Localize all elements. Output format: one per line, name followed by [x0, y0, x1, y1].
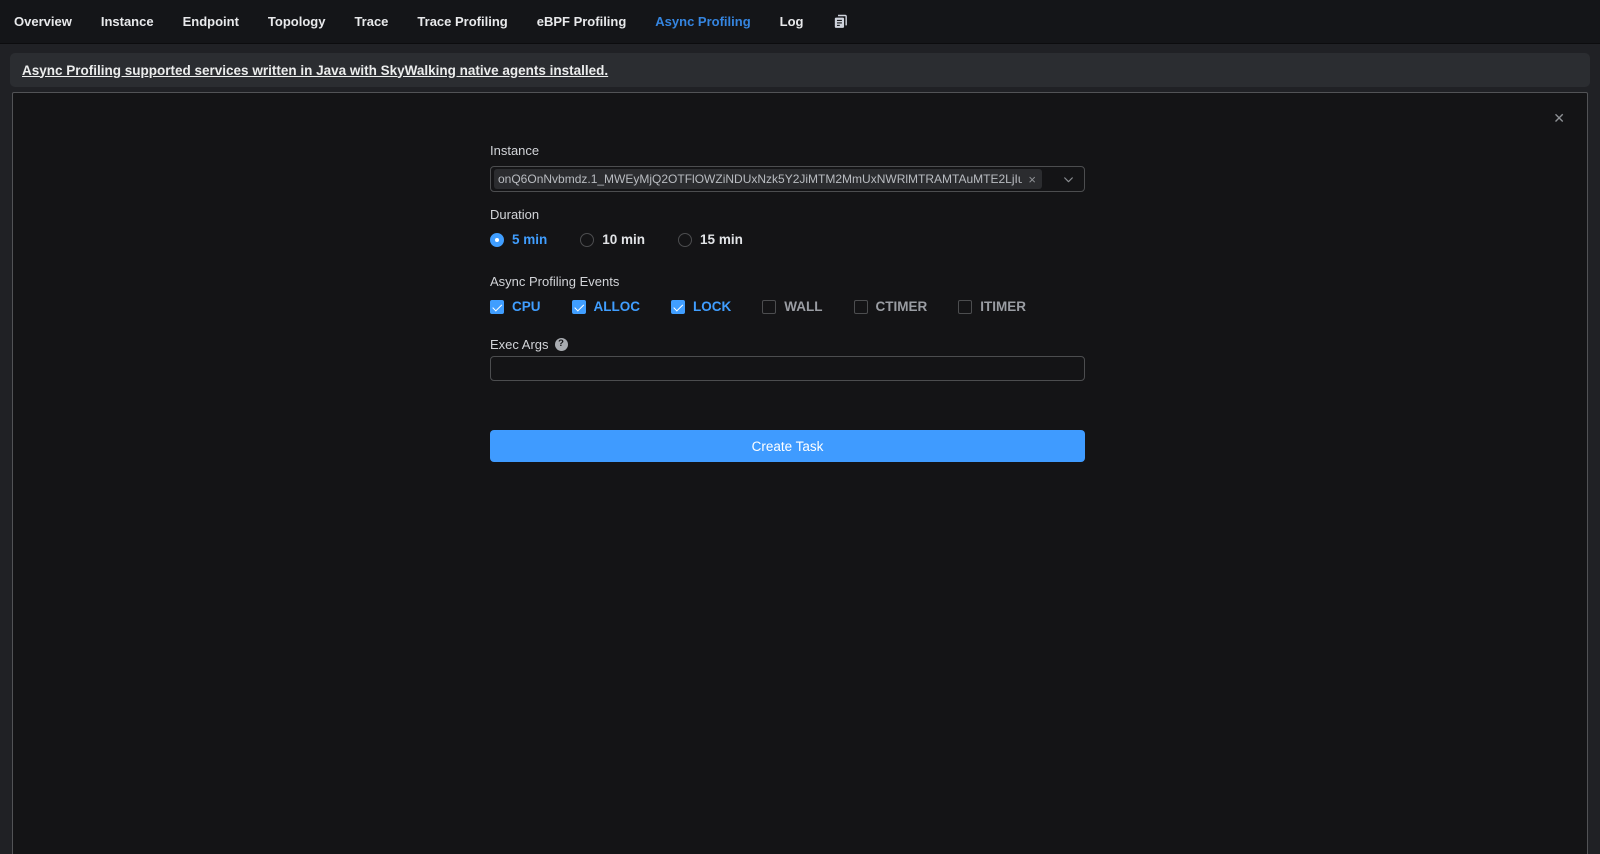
- instance-label: Instance: [490, 141, 1085, 159]
- checkbox-itimer-label: ITIMER: [980, 299, 1026, 314]
- checkbox-icon: [762, 300, 776, 314]
- chevron-down-icon: [1062, 173, 1075, 186]
- instance-tag-text: onQ6OnNvbmdz.1_MWEyMjQ2OTFlOWZiNDUxNzk5Y…: [498, 172, 1022, 186]
- tab-endpoint[interactable]: Endpoint: [183, 14, 239, 29]
- exec-args-label: Exec Args: [490, 337, 549, 352]
- checkbox-itimer[interactable]: ITIMER: [958, 299, 1026, 314]
- exec-args-input[interactable]: [490, 356, 1085, 381]
- checkbox-lock-label: LOCK: [693, 299, 731, 314]
- radio-5-min[interactable]: 5 min: [490, 232, 547, 247]
- exec-args-label-row: Exec Args ?: [490, 335, 1085, 353]
- checkbox-icon: [958, 300, 972, 314]
- radio-10-min-label: 10 min: [602, 232, 645, 247]
- close-icon[interactable]: ✕: [1553, 111, 1565, 125]
- tab-trace[interactable]: Trace: [354, 14, 388, 29]
- banner-link[interactable]: Async Profiling supported services writt…: [22, 63, 608, 78]
- help-icon[interactable]: ?: [555, 338, 568, 351]
- checkbox-wall[interactable]: WALL: [762, 299, 822, 314]
- create-task-button[interactable]: Create Task: [490, 430, 1085, 462]
- tab-ebpf-profiling[interactable]: eBPF Profiling: [537, 14, 627, 29]
- duration-radio-group: 5 min 10 min 15 min: [490, 232, 1085, 247]
- create-task-form: Instance onQ6OnNvbmdz.1_MWEyMjQ2OTFlOWZi…: [490, 93, 1085, 462]
- checkbox-icon: [854, 300, 868, 314]
- tab-log[interactable]: Log: [780, 14, 804, 29]
- instance-tag: onQ6OnNvbmdz.1_MWEyMjQ2OTFlOWZiNDUxNzk5Y…: [494, 169, 1042, 189]
- duration-label: Duration: [490, 205, 1085, 223]
- radio-circle-icon: [490, 233, 504, 247]
- instance-section: Instance onQ6OnNvbmdz.1_MWEyMjQ2OTFlOWZi…: [490, 141, 1085, 192]
- exec-args-section: Exec Args ?: [490, 335, 1085, 381]
- checkbox-icon: [490, 300, 504, 314]
- tab-async-profiling[interactable]: Async Profiling: [655, 14, 750, 29]
- radio-15-min-label: 15 min: [700, 232, 743, 247]
- radio-5-min-label: 5 min: [512, 232, 547, 247]
- checkbox-wall-label: WALL: [784, 299, 822, 314]
- events-label: Async Profiling Events: [490, 272, 1085, 290]
- checkbox-cpu-label: CPU: [512, 299, 541, 314]
- remove-tag-icon[interactable]: ×: [1028, 173, 1036, 186]
- checkbox-icon: [572, 300, 586, 314]
- document-copy-icon[interactable]: [832, 13, 849, 30]
- checkbox-alloc-label: ALLOC: [594, 299, 641, 314]
- top-nav: Overview Instance Endpoint Topology Trac…: [0, 0, 1600, 44]
- checkbox-cpu[interactable]: CPU: [490, 299, 541, 314]
- instance-select[interactable]: onQ6OnNvbmdz.1_MWEyMjQ2OTFlOWZiNDUxNzk5Y…: [490, 166, 1085, 192]
- events-checkbox-group: CPU ALLOC LOCK WALL CTIMER: [490, 299, 1085, 314]
- radio-circle-icon: [678, 233, 692, 247]
- create-task-panel: ✕ Instance onQ6OnNvbmdz.1_MWEyMjQ2OTFlOW…: [12, 92, 1588, 854]
- radio-10-min[interactable]: 10 min: [580, 232, 645, 247]
- checkbox-ctimer[interactable]: CTIMER: [854, 299, 928, 314]
- radio-15-min[interactable]: 15 min: [678, 232, 743, 247]
- tab-overview[interactable]: Overview: [14, 14, 72, 29]
- events-section: Async Profiling Events CPU ALLOC LOCK WA…: [490, 272, 1085, 314]
- radio-circle-icon: [580, 233, 594, 247]
- tab-topology[interactable]: Topology: [268, 14, 326, 29]
- checkbox-ctimer-label: CTIMER: [876, 299, 928, 314]
- checkbox-lock[interactable]: LOCK: [671, 299, 731, 314]
- tab-trace-profiling[interactable]: Trace Profiling: [417, 14, 507, 29]
- banner: Async Profiling supported services writt…: [10, 53, 1590, 87]
- checkbox-alloc[interactable]: ALLOC: [572, 299, 641, 314]
- checkbox-icon: [671, 300, 685, 314]
- duration-section: Duration 5 min 10 min 15 min: [490, 205, 1085, 247]
- tab-instance[interactable]: Instance: [101, 14, 154, 29]
